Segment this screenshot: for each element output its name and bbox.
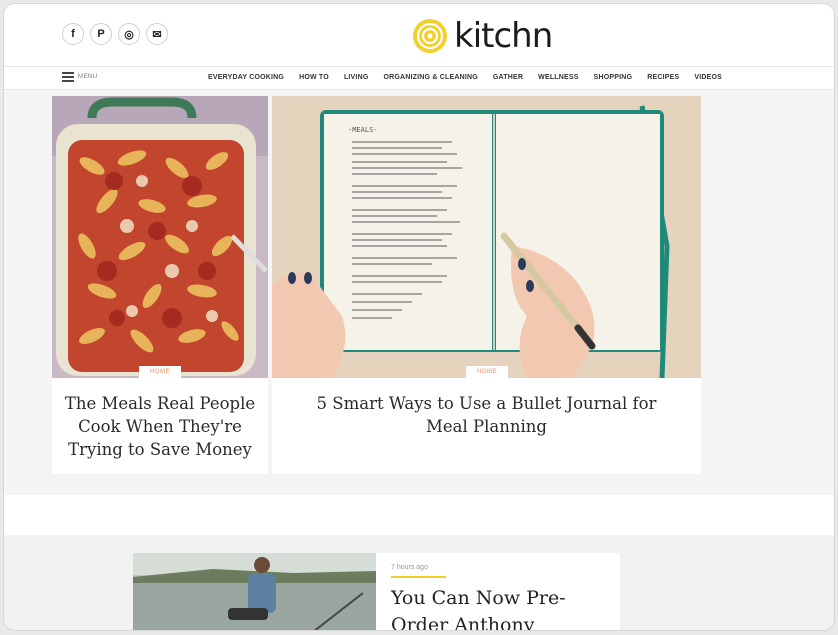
nav-item-recipes[interactable]: RECIPES — [647, 74, 679, 81]
category-badge[interactable]: HOME — [139, 366, 181, 378]
site-header: f P ◎ ✉ kitchn — [4, 4, 834, 66]
article-timestamp: 7 hours ago — [391, 564, 428, 571]
featured-title[interactable]: You Can Now Pre-Order Anthony — [391, 585, 601, 630]
menu-button[interactable]: MENU — [62, 72, 98, 82]
bullet-journal-image[interactable]: -MEALS- — [272, 96, 701, 378]
article-card[interactable]: -MEALS- HOME 5 Smart Ways to Use a Bulle… — [272, 96, 701, 474]
facebook-icon[interactable]: f — [62, 23, 84, 45]
email-icon[interactable]: ✉ — [146, 23, 168, 45]
nav-item-organizing-cleaning[interactable]: ORGANIZING & CLEANING — [383, 74, 477, 81]
menu-label: MENU — [78, 74, 98, 80]
article-title[interactable]: 5 Smart Ways to Use a Bullet Journal for… — [312, 392, 661, 438]
nav-item-everyday-cooking[interactable]: EVERYDAY COOKING — [208, 74, 284, 81]
pasta-bake-image[interactable] — [52, 96, 268, 378]
featured-article[interactable]: 7 hours ago You Can Now Pre-Order Anthon… — [133, 553, 620, 630]
nav-item-videos[interactable]: VIDEOS — [694, 74, 722, 81]
article-title[interactable]: The Meals Real People Cook When They're … — [60, 392, 260, 461]
site-logo[interactable]: kitchn — [412, 16, 553, 56]
kitchn-swirl-icon — [413, 19, 447, 53]
nav-item-wellness[interactable]: WELLNESS — [538, 74, 579, 81]
accent-divider — [391, 576, 446, 578]
brand-name: kitchn — [454, 16, 553, 56]
nav-item-living[interactable]: LIVING — [344, 74, 369, 81]
main-nav: MENU EVERYDAY COOKING HOW TO LIVING ORGA… — [4, 66, 834, 90]
social-links: f P ◎ ✉ — [62, 23, 168, 45]
nav-item-gather[interactable]: GATHER — [493, 74, 523, 81]
section-divider — [4, 495, 834, 535]
article-card[interactable]: HOME The Meals Real People Cook When The… — [52, 96, 268, 474]
nav-item-how-to[interactable]: HOW TO — [299, 74, 329, 81]
pinterest-icon[interactable]: P — [90, 23, 112, 45]
journal-header: -MEALS- — [348, 126, 378, 134]
hamburger-icon — [62, 72, 74, 82]
featured-image[interactable] — [133, 553, 376, 630]
browser-frame: f P ◎ ✉ kitchn MENU EVERYDAY COOKING HOW… — [3, 3, 835, 631]
nav-item-shopping[interactable]: SHOPPING — [594, 74, 633, 81]
nav-items: EVERYDAY COOKING HOW TO LIVING ORGANIZIN… — [208, 74, 722, 81]
category-badge[interactable]: HOME — [466, 366, 508, 378]
instagram-icon[interactable]: ◎ — [118, 23, 140, 45]
